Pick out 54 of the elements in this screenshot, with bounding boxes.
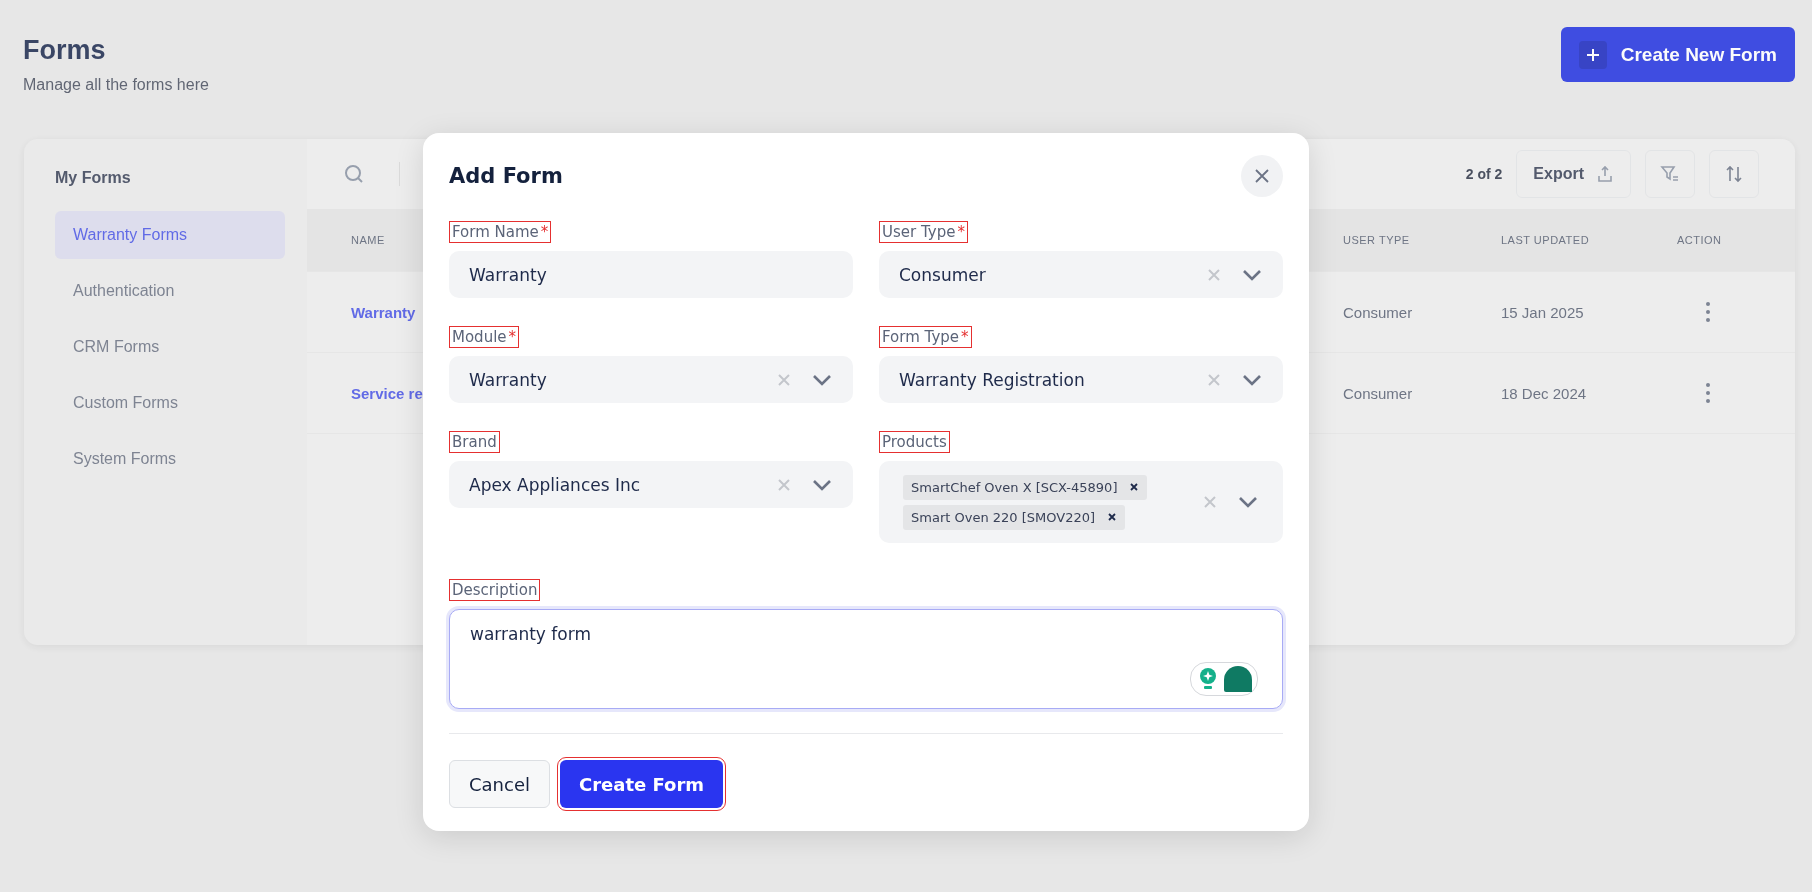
- column-header: ACTION: [1677, 234, 1723, 246]
- plus-icon: [1578, 40, 1607, 69]
- chevron-down-icon[interactable]: [811, 477, 833, 492]
- table-cell-text: Consumer: [1343, 384, 1414, 402]
- chat-bubble-icon[interactable]: [1223, 665, 1253, 693]
- field-label: Brand: [449, 431, 500, 453]
- table-cell-text: Consumer: [1343, 303, 1414, 321]
- upload-icon: [1596, 165, 1614, 183]
- table-cell-text: 18 Dec 2024: [1501, 384, 1588, 402]
- assistant-widget[interactable]: [1190, 662, 1258, 696]
- close-button[interactable]: [1241, 155, 1283, 197]
- dialog-title: Add Form: [449, 164, 563, 188]
- create-new-form-button[interactable]: Create New Form: [1560, 27, 1795, 82]
- field-label: Description: [449, 579, 541, 601]
- cancel-button[interactable]: Cancel: [449, 760, 550, 808]
- record-count: 2 of 2: [1465, 166, 1503, 182]
- sort-button[interactable]: [1709, 150, 1759, 198]
- search-icon[interactable]: [343, 163, 365, 185]
- select-field[interactable]: Apex Appliances Inc: [449, 461, 853, 508]
- column-header: NAME: [351, 234, 386, 246]
- chevron-down-icon[interactable]: [1237, 495, 1259, 509]
- field-label: Form Type*: [879, 326, 972, 348]
- text-field[interactable]: Warranty: [449, 251, 853, 298]
- field-label: Module*: [449, 326, 520, 348]
- filter-icon: [1660, 164, 1680, 184]
- field-label: Products: [879, 431, 950, 453]
- more-icon[interactable]: [1705, 382, 1711, 404]
- close-icon: [1253, 167, 1271, 185]
- product-tag: Smart Oven 220 [SMOV220]: [903, 504, 1126, 530]
- description-field[interactable]: warranty form: [449, 609, 1283, 709]
- select-field[interactable]: Warranty: [449, 356, 853, 403]
- page-subtitle: Manage all the forms here: [23, 76, 209, 94]
- filter-button[interactable]: [1645, 150, 1695, 198]
- chevron-down-icon[interactable]: [1241, 267, 1263, 282]
- page-title: Forms: [23, 35, 107, 66]
- multi-select-field[interactable]: SmartChef Oven X [SCX-45890] Smart Oven 220 [SMOV220]: [879, 461, 1283, 543]
- field-label: User Type*: [879, 221, 968, 243]
- select-field[interactable]: Warranty Registration: [879, 356, 1283, 403]
- column-header: USER TYPE: [1343, 234, 1411, 246]
- sidebar-heading: My Forms: [55, 169, 132, 187]
- remove-icon[interactable]: [1129, 482, 1140, 492]
- sort-icon: [1724, 164, 1744, 184]
- create-form-button[interactable]: Create Form: [560, 760, 724, 808]
- select-field[interactable]: Consumer: [879, 251, 1283, 298]
- chevron-down-icon[interactable]: [811, 372, 833, 387]
- table-cell-text: 15 Jan 2025: [1501, 303, 1585, 321]
- remove-icon[interactable]: [1107, 512, 1118, 522]
- field-label: Form Name*: [449, 221, 552, 243]
- export-button[interactable]: Export: [1516, 150, 1631, 198]
- more-icon[interactable]: [1705, 301, 1711, 323]
- product-tag: SmartChef Oven X [SCX-45890]: [903, 474, 1148, 500]
- chevron-down-icon[interactable]: [1241, 372, 1263, 387]
- lightbulb-icon[interactable]: [1199, 667, 1217, 691]
- column-header: LAST UPDATED: [1501, 234, 1591, 246]
